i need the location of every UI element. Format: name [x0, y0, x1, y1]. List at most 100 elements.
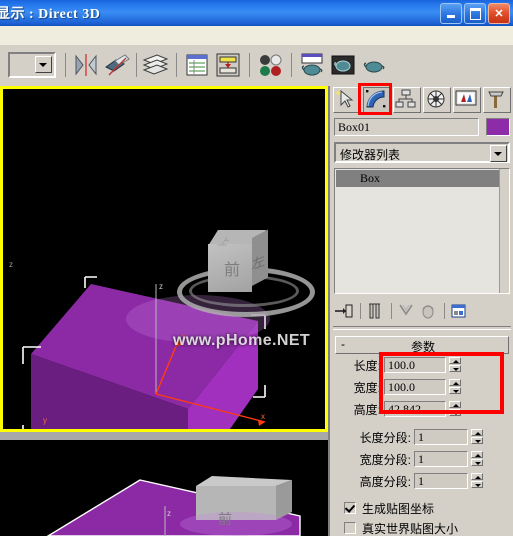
- generate-mapping-coords-checkbox[interactable]: [344, 502, 356, 514]
- height-segs-label: 高度分段:: [359, 474, 411, 489]
- remove-modifier-icon[interactable]: [418, 300, 438, 322]
- layer-manager-tool[interactable]: [140, 50, 170, 80]
- create-tab[interactable]: [333, 87, 361, 113]
- height-segs-field[interactable]: 1: [414, 473, 468, 489]
- modifier-list-dropdown[interactable]: 修改器列表: [334, 142, 510, 163]
- svg-text:前: 前: [218, 511, 232, 528]
- stack-separator: [360, 303, 361, 319]
- app-window: 显示 : Direct 3D ✕ z y x z y 上 前 左 www.pHo…: [0, 0, 513, 536]
- length-segs-spinner[interactable]: [471, 429, 483, 445]
- length-segs-value: 1: [418, 430, 424, 444]
- utilities-tab[interactable]: [483, 87, 511, 113]
- modifier-stack-list[interactable]: Box: [334, 168, 510, 294]
- parameters-rollout-header[interactable]: 参数 -: [335, 336, 509, 354]
- hierarchy-tab[interactable]: [393, 87, 421, 113]
- close-button[interactable]: ✕: [488, 3, 510, 24]
- object-name-row: Box01: [334, 118, 510, 136]
- display-tab[interactable]: [453, 87, 481, 113]
- object-name-input[interactable]: Box01: [334, 118, 479, 136]
- height-segs-value: 1: [418, 474, 424, 488]
- schematic-view-tool[interactable]: [213, 50, 243, 80]
- svg-text:z: z: [159, 282, 163, 291]
- width-segs-spinner[interactable]: [471, 451, 483, 467]
- stack-separator: [391, 303, 392, 319]
- height-label: 高度:: [353, 402, 381, 417]
- width-label: 宽度:: [353, 380, 381, 395]
- chevron-down-icon[interactable]: [490, 145, 507, 162]
- width-segs-field[interactable]: 1: [414, 451, 468, 467]
- parameters-rollout-title: 参数: [410, 340, 435, 354]
- toolbar-separator: [136, 53, 137, 77]
- height-segs-row: 高度分段: 1: [335, 472, 483, 490]
- watermark-text: www.pHome.NET: [173, 332, 311, 349]
- height-field[interactable]: 42.842: [384, 401, 446, 417]
- motion-tab[interactable]: [423, 87, 451, 113]
- command-panel: Box01 修改器列表 Box 参数 - 长度: 100.0 宽度: 100.0…: [330, 83, 513, 536]
- panel-divider: [333, 326, 511, 330]
- maximize-button[interactable]: [464, 3, 486, 24]
- object-name-value: Box01: [338, 120, 371, 134]
- viewport-perspective[interactable]: z y x z y 上 前 左 www.pHome.NET: [0, 86, 328, 432]
- width-segs-label: 宽度分段:: [359, 452, 411, 467]
- rendered-frame-window-tool[interactable]: [328, 50, 358, 80]
- modify-tab[interactable]: [363, 87, 391, 113]
- height-segs-spinner[interactable]: [471, 473, 483, 489]
- render-production-tool[interactable]: [359, 50, 389, 80]
- viewport-splitter[interactable]: [0, 432, 330, 440]
- length-field[interactable]: 100.0: [384, 357, 446, 373]
- viewport-area: z y x z y 上 前 左 www.pHome.NET z 前: [0, 86, 330, 536]
- real-world-map-size-label: 真实世界贴图大小: [362, 521, 459, 536]
- real-world-map-size-checkbox[interactable]: [344, 522, 356, 534]
- generate-mapping-coords-label: 生成贴图坐标: [362, 501, 435, 516]
- modifier-stack-toolbar: [334, 298, 510, 324]
- selection-set-combo[interactable]: [8, 52, 56, 78]
- modifier-stack-item-box[interactable]: Box: [336, 170, 499, 187]
- command-panel-tabs: [333, 83, 511, 115]
- object-color-swatch[interactable]: [486, 118, 510, 136]
- align-tool[interactable]: [102, 50, 132, 80]
- length-label: 长度:: [353, 358, 381, 373]
- pin-stack-icon[interactable]: [334, 300, 354, 322]
- curve-editor-tool[interactable]: [182, 50, 212, 80]
- configure-modifier-sets-icon[interactable]: [449, 300, 469, 322]
- render-setup-tool[interactable]: [297, 50, 327, 80]
- width-spinner[interactable]: [449, 379, 461, 395]
- height-spinner[interactable]: [449, 401, 461, 417]
- window-title: 显示 : Direct 3D: [0, 7, 101, 22]
- generate-mapping-coords-row[interactable]: 生成贴图坐标: [344, 500, 434, 516]
- title-bar: 显示 : Direct 3D ✕: [0, 0, 513, 26]
- material-editor-tool[interactable]: [255, 50, 285, 80]
- view-cube[interactable]: 上 前 左: [208, 229, 270, 294]
- stack-separator: [444, 303, 445, 319]
- width-value: 100.0: [388, 380, 415, 394]
- collapse-rollout-glyph[interactable]: -: [341, 337, 345, 351]
- length-value: 100.0: [388, 358, 415, 372]
- length-spinner[interactable]: [449, 357, 461, 373]
- show-end-result-icon[interactable]: [365, 300, 385, 322]
- make-unique-icon[interactable]: [396, 300, 416, 322]
- parameters-body: 长度: 100.0 宽度: 100.0 高度: 42.842 长度分段: 1 宽…: [335, 356, 509, 536]
- chevron-down-icon: [35, 56, 52, 73]
- main-toolbar: [0, 45, 513, 131]
- modifier-list-label: 修改器列表: [340, 148, 401, 162]
- menu-strip: [0, 26, 513, 45]
- minimize-button[interactable]: [440, 3, 462, 24]
- modifier-stack-item-label: Box: [360, 171, 381, 185]
- width-segs-row: 宽度分段: 1: [335, 450, 483, 468]
- width-field[interactable]: 100.0: [384, 379, 446, 395]
- svg-text:z: z: [167, 509, 171, 518]
- viewport-secondary[interactable]: z 前: [0, 440, 328, 536]
- length-segs-field[interactable]: 1: [414, 429, 468, 445]
- mirror-tool[interactable]: [71, 50, 101, 80]
- window-controls: ✕: [440, 3, 510, 24]
- modifier-stack-scrollbar[interactable]: [499, 169, 509, 293]
- view-cube-front-label: 前: [223, 262, 240, 279]
- height-row: 高度: 42.842: [335, 400, 461, 418]
- height-value: 42.842: [388, 402, 421, 416]
- toolbar-separator: [176, 53, 177, 77]
- toolbar-separator: [291, 53, 292, 77]
- real-world-map-size-row[interactable]: 真实世界贴图大小: [344, 520, 458, 536]
- svg-text:y: y: [43, 416, 47, 425]
- svg-text:z: z: [9, 260, 13, 269]
- length-segs-row: 长度分段: 1: [335, 428, 483, 446]
